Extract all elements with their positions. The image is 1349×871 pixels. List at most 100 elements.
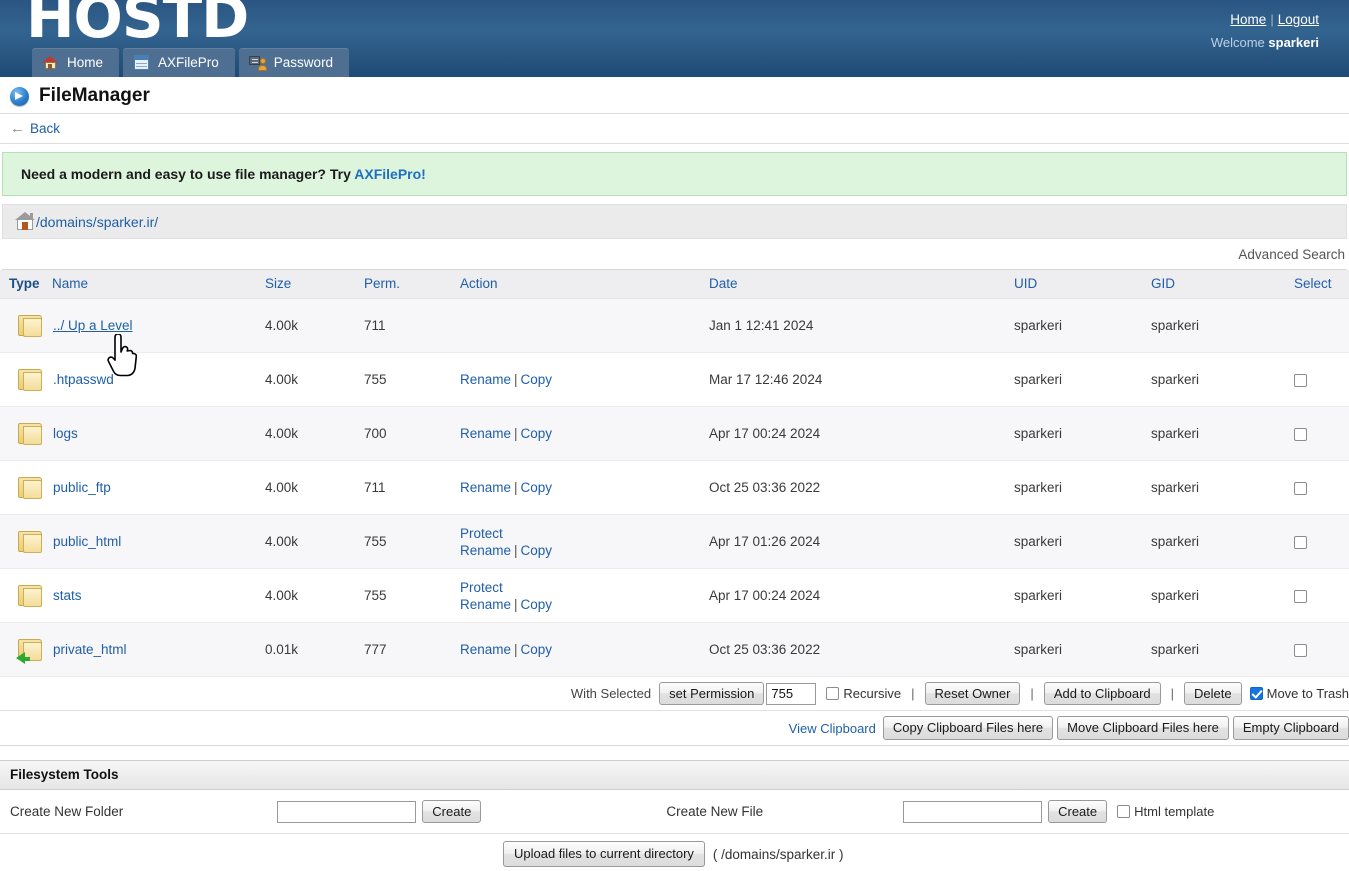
file-name-link[interactable]: stats (52, 588, 82, 603)
copy-link[interactable]: Copy (521, 543, 553, 558)
html-template-checkbox[interactable] (1117, 805, 1131, 818)
promo-notice-link[interactable]: AXFilePro! (354, 166, 426, 182)
cell-gid: sparkeri (1151, 352, 1294, 407)
cell-name: logs (52, 406, 265, 461)
empty-clipboard-button[interactable]: Empty Clipboard (1232, 716, 1349, 740)
column-header-name[interactable]: Name (52, 270, 265, 299)
back-link[interactable]: Back (30, 121, 60, 136)
action-links: Rename | Copy (460, 480, 552, 495)
copy-clipboard-files-here-button[interactable]: Copy Clipboard Files here (882, 716, 1054, 740)
cell-date: Jan 1 12:41 2024 (709, 298, 1014, 353)
cell-action: Rename | Copy (460, 622, 709, 677)
cell-select (1294, 406, 1349, 461)
delete-button[interactable]: Delete (1184, 681, 1242, 706)
tab-axfilepro[interactable]: AXFilePro (123, 48, 235, 77)
move-clipboard-files-here-button[interactable]: Move Clipboard Files here (1057, 716, 1229, 740)
add-to-clipboard-button[interactable]: Add to Clipboard (1043, 681, 1161, 706)
rename-link[interactable]: Rename (460, 426, 511, 441)
cell-gid: sparkeri (1151, 568, 1294, 623)
create-file-input[interactable] (903, 800, 1043, 823)
table-row: ../ Up a Level 4.00k 711 Jan 1 12:41 2024 sp… (0, 298, 1349, 353)
folder-icon (18, 476, 44, 500)
cell-perm: 700 (364, 406, 460, 461)
file-name-link[interactable]: ../ Up a Level (52, 318, 133, 333)
cell-type (0, 298, 52, 353)
key-user-icon (248, 54, 267, 71)
row-select-checkbox[interactable] (1294, 373, 1307, 387)
copy-link[interactable]: Copy (521, 642, 553, 657)
html-template-checkbox-wrap[interactable]: Html template (1117, 804, 1214, 819)
tab-password[interactable]: Password (238, 48, 350, 77)
create-folder-input[interactable] (277, 800, 417, 823)
file-name-link[interactable]: public_ftp (52, 480, 111, 495)
home-icon[interactable] (15, 212, 35, 231)
rename-link[interactable]: Rename (460, 597, 511, 612)
header-logout-link[interactable]: Logout (1278, 12, 1319, 27)
column-header-uid[interactable]: UID (1014, 270, 1151, 299)
copy-link[interactable]: Copy (521, 480, 553, 495)
welcome-text: Welcome sparkeri (1211, 35, 1319, 50)
recursive-checkbox-wrap[interactable]: Recursive (826, 686, 901, 701)
row-select-checkbox[interactable] (1294, 589, 1307, 603)
welcome-prefix: Welcome (1210, 35, 1265, 50)
file-name-link[interactable]: private_html (52, 642, 127, 657)
row-select-checkbox[interactable] (1294, 427, 1307, 441)
file-name-link[interactable]: public_html (52, 534, 121, 549)
header-home-link[interactable]: Home (1230, 12, 1266, 27)
copy-link[interactable]: Copy (521, 372, 553, 387)
create-file-button[interactable]: Create (1048, 799, 1108, 824)
cell-name: stats (52, 568, 265, 623)
copy-link[interactable]: Copy (521, 597, 553, 612)
copy-link[interactable]: Copy (521, 426, 553, 441)
tab-home[interactable]: Home (32, 48, 120, 77)
separator-2: | (1030, 686, 1034, 701)
recursive-checkbox[interactable] (826, 687, 840, 700)
filesystem-tools-title: Filesystem Tools (0, 761, 1349, 790)
cell-type (0, 514, 52, 569)
cell-date: Apr 17 00:24 2024 (709, 406, 1014, 461)
column-header-gid[interactable]: GID (1151, 270, 1294, 299)
header-link-separator: | (1270, 12, 1274, 27)
protect-link[interactable]: Protect (460, 580, 709, 595)
filesystem-tools-panel: Filesystem Tools Create New Folder Creat… (0, 760, 1349, 871)
cell-perm: 777 (364, 622, 460, 677)
reset-owner-button[interactable]: Reset Owner (924, 681, 1021, 706)
action-separator: | (514, 596, 518, 612)
row-select-checkbox[interactable] (1294, 481, 1307, 495)
cell-size: 0.01k (265, 622, 364, 677)
set-permission-button[interactable]: set Permission (659, 681, 765, 706)
row-select-checkbox[interactable] (1294, 535, 1307, 549)
file-name-link[interactable]: .htpasswd (52, 372, 114, 387)
promo-notice: Need a modern and easy to use file manag… (2, 152, 1347, 196)
table-header-row: Type Name Size Perm. Action Date UID GID… (0, 270, 1349, 299)
permission-input[interactable] (766, 682, 817, 705)
column-header-type[interactable]: Type (0, 270, 52, 299)
with-selected-label: With Selected (570, 686, 652, 701)
tab-home-label: Home (67, 55, 104, 70)
tab-password-label: Password (273, 55, 334, 70)
row-select-checkbox[interactable] (1294, 643, 1307, 657)
action-links: Rename | Copy (460, 372, 552, 387)
cell-gid: sparkeri (1151, 622, 1294, 677)
column-header-date[interactable]: Date (709, 270, 1014, 299)
cell-name: public_html (52, 514, 265, 569)
upload-files-button[interactable]: Upload files to current directory (503, 841, 705, 867)
rename-link[interactable]: Rename (460, 543, 511, 558)
column-header-size[interactable]: Size (265, 270, 364, 299)
advanced-search-link[interactable]: Advanced Search (1238, 247, 1347, 262)
view-clipboard-link[interactable]: View Clipboard (789, 721, 876, 736)
file-name-link[interactable]: logs (52, 426, 78, 441)
create-folder-button[interactable]: Create (422, 799, 482, 824)
folder-symlink-icon (16, 638, 44, 664)
rename-link[interactable]: Rename (460, 642, 511, 657)
move-to-trash-checkbox-wrap[interactable]: Move to Trash (1249, 686, 1349, 701)
protect-link[interactable]: Protect (460, 526, 709, 541)
column-header-perm[interactable]: Perm. (364, 270, 460, 299)
rename-link[interactable]: Rename (460, 372, 511, 387)
folder-icon (18, 584, 44, 608)
current-path[interactable]: /domains/sparker.ir/ (36, 214, 158, 230)
move-to-trash-checkbox[interactable] (1249, 687, 1263, 700)
rename-link[interactable]: Rename (460, 480, 511, 495)
cell-gid: sparkeri (1151, 298, 1294, 353)
cell-gid: sparkeri (1151, 460, 1294, 515)
